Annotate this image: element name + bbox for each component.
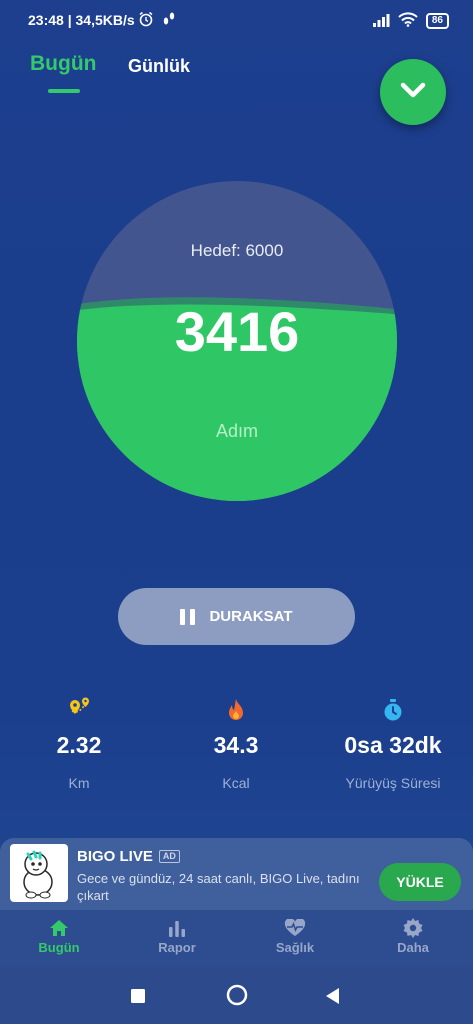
tab-today[interactable]: Bugün xyxy=(30,52,96,76)
stat-distance: 2.32 Km xyxy=(9,696,149,791)
pause-icon xyxy=(180,608,196,625)
heart-pulse-icon xyxy=(236,916,354,940)
nav-report-label: Rapor xyxy=(158,940,196,955)
step-progress-circle: Hedef: 6000 3416 Adım xyxy=(77,181,397,501)
stat-calories-value: 34.3 xyxy=(213,732,259,758)
stat-duration-value: 0sa 32dk xyxy=(344,732,442,758)
step-count: 3416 xyxy=(174,300,300,363)
stopwatch-icon xyxy=(323,696,463,724)
battery-icon: 86 xyxy=(425,13,449,29)
tab-daily[interactable]: Günlük xyxy=(128,56,190,77)
nav-more[interactable]: Daha xyxy=(354,916,472,955)
ad-banner[interactable]: BIGO LIVE AD Gece ve gündüz, 24 saat can… xyxy=(0,838,473,910)
stat-distance-label: Km xyxy=(68,775,90,791)
bottom-nav: Bugün Rapor Sağlık Daha xyxy=(0,910,473,967)
gear-icon xyxy=(354,916,472,940)
bar-chart-icon xyxy=(118,916,236,940)
wifi-icon xyxy=(398,12,418,30)
goal-label: Hedef: 6000 xyxy=(190,241,284,260)
location-pins-icon xyxy=(9,696,149,724)
status-time: 23:48 | 34,5KB/s xyxy=(28,12,135,28)
bigo-live-logo xyxy=(10,844,68,902)
nav-health[interactable]: Sağlık xyxy=(236,916,354,955)
ad-title: BIGO LIVE xyxy=(77,848,153,865)
ad-description: Gece ve gündüz, 24 saat canlı, BIGO Live… xyxy=(77,871,360,903)
nav-more-label: Daha xyxy=(397,940,429,955)
flame-icon xyxy=(166,696,306,724)
stat-duration-label: Yürüyüş Süresi xyxy=(345,775,441,791)
stat-calories-label: Kcal xyxy=(222,775,250,791)
recent-apps-icon[interactable] xyxy=(130,988,146,1009)
back-icon[interactable] xyxy=(325,987,341,1010)
nav-today-label: Bugün xyxy=(38,940,80,955)
pause-button[interactable]: DURAKSAT xyxy=(118,588,355,645)
home-circle-icon[interactable] xyxy=(226,984,248,1011)
ad-install-button[interactable]: YÜKLE xyxy=(379,863,461,901)
alarm-icon xyxy=(138,11,154,30)
status-bar: 23:48 | 34,5KB/s 86 xyxy=(0,0,473,40)
home-icon xyxy=(0,916,118,940)
ad-badge: AD xyxy=(158,850,180,863)
pause-button-label: DURAKSAT xyxy=(209,608,293,625)
tab-today-indicator xyxy=(48,89,80,93)
system-nav-bar xyxy=(0,967,473,1024)
stat-duration: 0sa 32dk Yürüyüş Süresi xyxy=(323,696,463,791)
stat-distance-value: 2.32 xyxy=(56,732,102,758)
expand-button[interactable] xyxy=(380,59,446,125)
signal-icon xyxy=(372,13,390,30)
nav-today[interactable]: Bugün xyxy=(0,916,118,955)
chevron-down-icon xyxy=(398,80,428,105)
nav-report[interactable]: Rapor xyxy=(118,916,236,955)
step-unit: Adım xyxy=(215,421,258,441)
ad-title-row: BIGO LIVE AD xyxy=(77,848,180,865)
stat-calories: 34.3 Kcal xyxy=(166,696,306,791)
nav-health-label: Sağlık xyxy=(275,940,315,955)
steps-notification-icon xyxy=(162,11,176,30)
